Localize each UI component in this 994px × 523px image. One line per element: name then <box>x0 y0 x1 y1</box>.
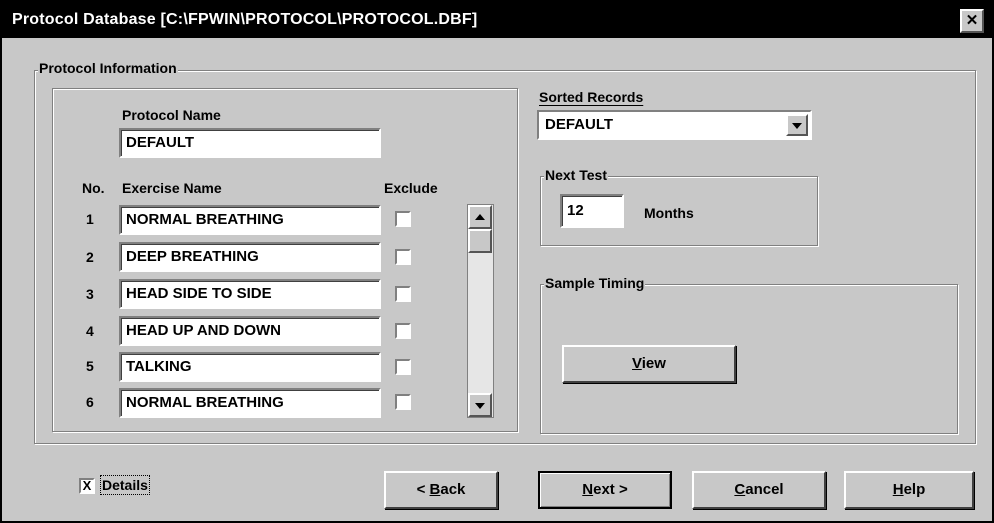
protocol-information-legend: Protocol Information <box>38 60 178 76</box>
back-button-label: ack <box>440 481 466 498</box>
arrow-up-icon <box>475 214 485 220</box>
next-test-legend: Next Test <box>544 167 608 183</box>
exercise-name-input[interactable]: DEEP BREATHING <box>119 242 381 272</box>
exclude-checkbox[interactable] <box>395 394 411 410</box>
next-test-unit-label: Months <box>644 205 694 221</box>
exercise-name-input[interactable]: HEAD SIDE TO SIDE <box>119 279 381 309</box>
exercise-name-input[interactable]: TALKING <box>119 352 381 382</box>
exclude-checkbox[interactable] <box>395 286 411 302</box>
scroll-down-button[interactable] <box>468 393 492 417</box>
close-button[interactable]: ✕ <box>960 9 984 33</box>
scroll-thumb[interactable] <box>468 229 492 253</box>
sorted-records-dropdown-button[interactable] <box>786 114 808 136</box>
row-number: 5 <box>86 358 94 374</box>
protocol-name-label: Protocol Name <box>122 107 221 123</box>
help-button[interactable]: Help <box>844 471 974 509</box>
row-number: 1 <box>86 211 94 227</box>
details-checkbox[interactable]: X <box>79 478 95 494</box>
scroll-up-button[interactable] <box>468 205 492 229</box>
next-button-label: ext > <box>593 481 628 498</box>
view-button-hotkey: V <box>632 355 642 372</box>
next-button[interactable]: Next > <box>538 471 672 509</box>
title-bar[interactable]: Protocol Database [C:\FPWIN\PROTOCOL\PRO… <box>2 2 992 38</box>
protocol-name-input[interactable]: DEFAULT <box>119 128 381 158</box>
arrow-down-icon <box>475 403 485 409</box>
next-test-input[interactable]: 12 <box>560 194 624 228</box>
cancel-button-hotkey: C <box>734 481 746 498</box>
cancel-button[interactable]: Cancel <box>692 471 826 509</box>
row-number: 2 <box>86 249 94 265</box>
help-button-label: elp <box>903 481 926 498</box>
column-header-no: No. <box>82 180 105 196</box>
row-number: 4 <box>86 323 94 339</box>
help-button-hotkey: H <box>892 481 904 498</box>
sorted-records-label: Sorted Records <box>539 89 644 105</box>
exercise-name-input[interactable]: NORMAL BREATHING <box>119 205 381 235</box>
exclude-checkbox[interactable] <box>395 323 411 339</box>
protocol-database-window: Protocol Database [C:\FPWIN\PROTOCOL\PRO… <box>0 0 994 523</box>
exercise-name-input[interactable]: NORMAL BREATHING <box>119 388 381 418</box>
sorted-records-select[interactable]: DEFAULT <box>537 110 812 140</box>
row-number: 6 <box>86 394 94 410</box>
row-number: 3 <box>86 286 94 302</box>
column-header-exclude: Exclude <box>384 180 438 196</box>
cancel-button-label: ancel <box>745 481 784 498</box>
exercise-name-input[interactable]: HEAD UP AND DOWN <box>119 316 381 346</box>
sample-timing-legend: Sample Timing <box>544 275 646 291</box>
view-button-label: iew <box>641 355 666 372</box>
back-button-prefix: < <box>416 481 430 498</box>
exclude-checkbox[interactable] <box>395 359 411 375</box>
sorted-records-value: DEFAULT <box>545 116 614 133</box>
back-button[interactable]: < Back <box>384 471 498 509</box>
exclude-checkbox[interactable] <box>395 211 411 227</box>
exclude-checkbox[interactable] <box>395 249 411 265</box>
back-button-hotkey: B <box>429 481 441 498</box>
check-mark-icon: X <box>82 478 92 493</box>
details-label[interactable]: Details <box>100 475 150 495</box>
chevron-down-icon <box>792 123 802 129</box>
window-title: Protocol Database [C:\FPWIN\PROTOCOL\PRO… <box>12 11 478 28</box>
close-icon: ✕ <box>965 12 979 29</box>
view-button[interactable]: View <box>562 345 736 383</box>
next-button-hotkey: N <box>582 481 594 498</box>
exercise-list-scrollbar[interactable] <box>467 204 494 418</box>
column-header-exercise-name: Exercise Name <box>122 180 222 196</box>
